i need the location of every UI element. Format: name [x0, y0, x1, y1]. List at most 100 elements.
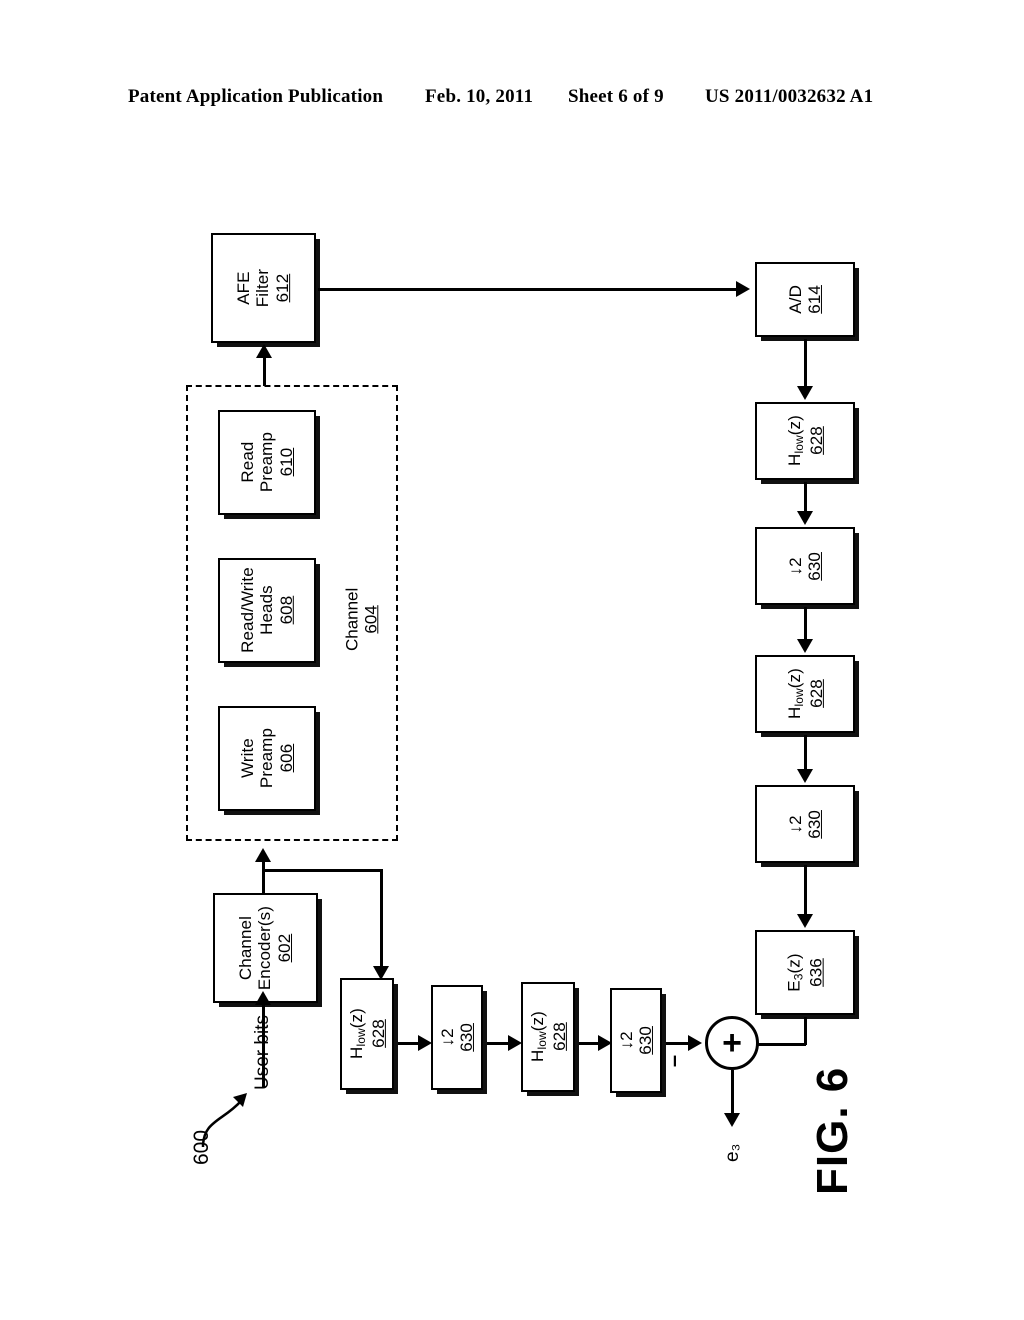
- dec2-r2-ref: 630: [804, 809, 824, 839]
- block-read-write-heads: Read/Write Heads 608: [218, 558, 316, 663]
- summing-junction: +: [705, 1016, 759, 1070]
- write-preamp-line2: Preamp: [257, 728, 277, 789]
- block-hlow-right-2: Hlow(z) 628: [755, 655, 855, 733]
- read-preamp-line2: Preamp: [257, 432, 277, 493]
- block-e3-filter: E3(z) 636: [755, 930, 855, 1015]
- connector-summer-to-e3-output: [731, 1070, 734, 1118]
- arrowhead-afe-to-ad: [736, 281, 750, 297]
- page-header: Patent Application Publication Feb. 10, …: [0, 86, 1024, 114]
- arrowhead-channel-to-afe: [256, 344, 272, 358]
- connector-ad-to-hlow-r1: [804, 339, 807, 389]
- block-hlow-bottom-2-text: Hlow(z) 628: [527, 1012, 568, 1063]
- block-read-preamp-text: Read Preamp 610: [238, 432, 296, 492]
- arrowhead-encoder-to-channel: [255, 848, 271, 862]
- block-hlow-bottom-1: Hlow(z) 628: [340, 978, 394, 1090]
- read-preamp-ref: 610: [276, 448, 296, 477]
- ad-converter-line1: A/D: [785, 285, 805, 314]
- dec2-b1-symbol: ↓2: [437, 1028, 457, 1047]
- header-document-number: US 2011/0032632 A1: [705, 86, 874, 107]
- header-publication: Patent Application Publication: [128, 86, 384, 107]
- afe-filter-ref: 612: [273, 273, 293, 303]
- block-channel-encoder-text: Channel Encoder(s) 602: [236, 906, 294, 990]
- patent-figure-page: Patent Application Publication Feb. 10, …: [0, 0, 1024, 1320]
- write-preamp-ref: 606: [276, 744, 296, 773]
- block-e3-filter-text: E3(z) 636: [784, 953, 825, 991]
- block-hlow-right-2-text: Hlow(z) 628: [784, 669, 825, 720]
- block-hlow-bottom-2: Hlow(z) 628: [521, 982, 575, 1092]
- connector-encoder-branch-v: [380, 869, 383, 969]
- arrowhead-dec-r1-to-hlow-r2: [797, 639, 813, 653]
- e3z-ref: 636: [806, 958, 826, 987]
- hlow-b1-expr: Hlow(z): [346, 1008, 368, 1060]
- block-hlow-bottom-1-text: Hlow(z) 628: [346, 1009, 387, 1060]
- hlow-b2-ref: 628: [549, 1022, 569, 1052]
- hlow-r2-expr: Hlow(z): [784, 668, 806, 720]
- connector-afe-to-ad: [318, 288, 738, 291]
- hlow-b2-expr: Hlow(z): [527, 1011, 549, 1063]
- arrowhead-hlow-b1-to-dec-b1: [418, 1035, 432, 1051]
- block-ad-converter-text: A/D 614: [786, 285, 825, 314]
- block-decimator-bottom-2-text: ↓2 630: [617, 1026, 656, 1055]
- hlow-r1-ref: 628: [806, 426, 826, 456]
- channel-encoder-line2: Encoder(s): [255, 905, 275, 991]
- connector-hlow-r1-to-dec-r1: [804, 482, 807, 514]
- arrowhead-dec-b2-to-summer: [688, 1035, 702, 1051]
- connector-hlow-r2-to-dec-r2: [804, 735, 807, 772]
- arrowhead-ad-to-hlow-r1: [797, 386, 813, 400]
- dec2-b1-ref: 630: [456, 1023, 476, 1052]
- block-decimator-right-1-text: ↓2 630: [786, 552, 825, 581]
- channel-group-label: Channel 604: [330, 588, 380, 651]
- block-hlow-right-1-text: Hlow(z) 628: [784, 416, 825, 467]
- block-read-write-heads-text: Read/Write Heads 608: [238, 568, 296, 654]
- label-e3-output: e₃: [722, 1143, 743, 1162]
- afe-filter-line1: AFE: [234, 271, 254, 305]
- channel-encoder-line1: Channel: [236, 915, 256, 981]
- arrowhead-dec-b1-to-hlow-b2: [508, 1035, 522, 1051]
- rw-heads-line1: Read/Write: [237, 567, 257, 654]
- block-decimator-bottom-1: ↓2 630: [431, 985, 483, 1090]
- channel-group-ref: 604: [361, 605, 381, 634]
- connector-encoder-branch-h: [262, 869, 382, 872]
- afe-filter-line2: Filter: [253, 268, 273, 308]
- block-write-preamp: Write Preamp 606: [218, 706, 316, 811]
- rw-heads-line2: Heads: [257, 585, 277, 636]
- block-decimator-right-2-text: ↓2 630: [786, 810, 825, 839]
- connector-dec-r1-to-hlow-r2: [804, 607, 807, 642]
- block-decimator-right-1: ↓2 630: [755, 527, 855, 605]
- block-hlow-right-1: Hlow(z) 628: [755, 402, 855, 480]
- block-ad-converter: A/D 614: [755, 262, 855, 337]
- block-read-preamp: Read Preamp 610: [218, 410, 316, 515]
- connector-dec-r2-to-e3: [804, 865, 807, 917]
- dec2-r1-symbol: ↓2: [785, 556, 805, 576]
- hlow-r1-expr: Hlow(z): [784, 415, 806, 467]
- block-decimator-right-2: ↓2 630: [755, 785, 855, 863]
- dec2-b2-ref: 630: [635, 1026, 655, 1055]
- connector-e3-to-summer-v: [804, 1017, 807, 1045]
- block-decimator-bottom-2: ↓2 630: [610, 988, 662, 1093]
- channel-group-line1: Channel: [342, 587, 362, 652]
- leader-line-600: [201, 1093, 247, 1148]
- block-afe-filter: AFE Filter 612: [211, 233, 316, 343]
- arrowhead-summer-output: [724, 1113, 740, 1127]
- hlow-r2-ref: 628: [806, 679, 826, 709]
- e3z-expr: E3(z): [784, 953, 806, 992]
- connector-encoder-to-channel: [262, 862, 265, 894]
- dec2-r2-symbol: ↓2: [785, 814, 805, 834]
- arrowhead-user-bits: [255, 991, 271, 1005]
- hlow-b1-ref: 628: [368, 1019, 388, 1049]
- figure-caption: FIG. 6: [808, 1066, 857, 1195]
- block-afe-filter-text: AFE Filter 612: [234, 269, 292, 307]
- dec2-b2-symbol: ↓2: [616, 1031, 636, 1050]
- read-preamp-line1: Read: [237, 441, 257, 484]
- arrowhead-hlow-r2-to-dec-r2: [797, 769, 813, 783]
- header-date: Feb. 10, 2011: [425, 86, 534, 107]
- dec2-r1-ref: 630: [804, 551, 824, 581]
- arrowhead-hlow-r1-to-dec-r1: [797, 511, 813, 525]
- write-preamp-line1: Write: [237, 738, 257, 779]
- arrowhead-dec-r2-to-e3: [797, 914, 813, 928]
- rw-heads-ref: 608: [276, 596, 296, 625]
- header-sheet: Sheet 6 of 9: [568, 86, 664, 107]
- channel-encoder-ref: 602: [275, 933, 295, 963]
- connector-channel-to-afe: [263, 356, 266, 386]
- summing-junction-operator: +: [722, 1024, 742, 1062]
